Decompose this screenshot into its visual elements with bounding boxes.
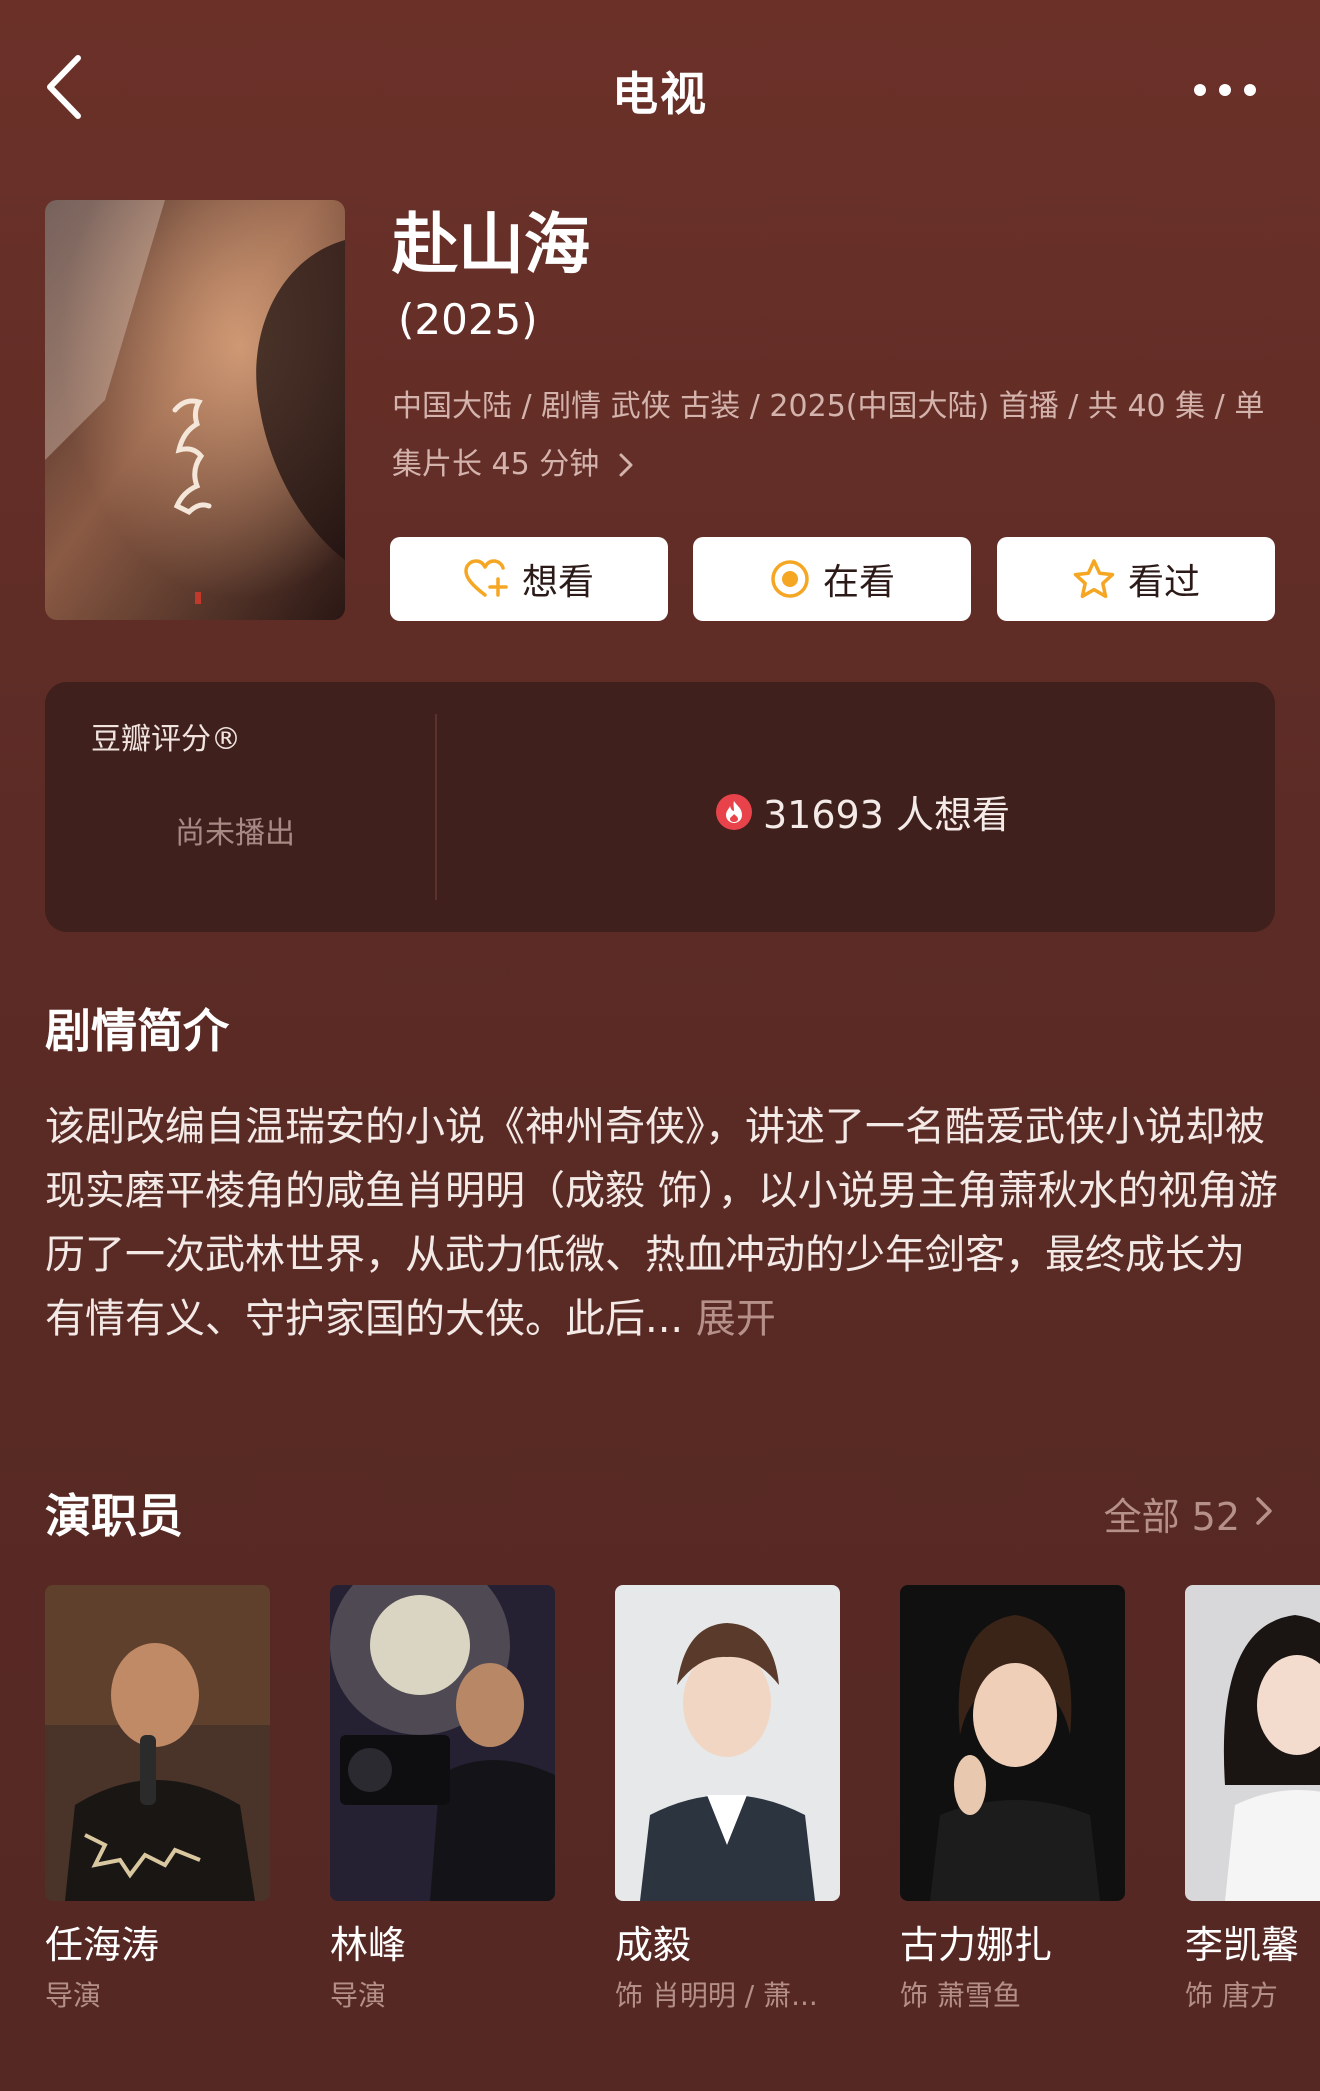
douban-rating-label: 豆瓣评分® — [91, 722, 241, 757]
star-icon — [1073, 559, 1115, 599]
cast-card[interactable]: 古力娜扎 饰 萧雪鱼 — [900, 1585, 1125, 2019]
cast-photo — [615, 1585, 840, 1901]
heart-plus-icon — [464, 559, 508, 597]
watched-label: 看过 — [1127, 562, 1200, 603]
want-to-watch-label: 想看 — [521, 562, 594, 603]
cast-name: 林峰 — [330, 1923, 407, 1967]
chevron-right-icon — [619, 453, 633, 477]
target-circle-icon — [771, 560, 809, 598]
watching-label: 在看 — [822, 562, 895, 603]
cast-photo — [900, 1585, 1125, 1901]
cast-photo — [1185, 1585, 1320, 1901]
action-buttons: 想看 在看 看过 — [390, 537, 1275, 621]
cast-card[interactable]: 任海涛 导演 — [45, 1585, 270, 2019]
cast-title: 演职员 — [45, 1489, 183, 1543]
synopsis: 该剧改编自温瑞安的小说《神州奇侠》，讲述了一名酷爱武侠小说却被现实磨平棱角的咸鱼… — [45, 1095, 1280, 1351]
page-title: 电视 — [612, 67, 708, 121]
top-bar: 电视 — [0, 0, 1320, 180]
all-cast-link[interactable]: 全部 52 — [1104, 1486, 1240, 1541]
synopsis-text: 该剧改编自温瑞安的小说《神州奇侠》，讲述了一名酷爱武侠小说却被现实磨平棱角的咸鱼… — [45, 1104, 1278, 1342]
cast-photo — [45, 1585, 270, 1901]
wish-count: 31693 人想看 — [715, 784, 1010, 839]
cast-name: 任海涛 — [45, 1923, 160, 1967]
cast-name: 成毅 — [615, 1923, 692, 1967]
rating-divider — [435, 714, 437, 900]
want-to-watch-button[interactable]: 想看 — [390, 537, 668, 621]
chevron-right-icon[interactable] — [1252, 1495, 1276, 1527]
show-title: 赴山海 — [392, 206, 590, 283]
rating-status: 尚未播出 — [175, 816, 295, 851]
more-options-icon[interactable] — [1192, 80, 1258, 100]
cast-role: 饰 唐方 — [1185, 1979, 1278, 2012]
cast-card[interactable]: 林峰 导演 — [330, 1585, 555, 2019]
cast-name: 李凯馨 — [1185, 1923, 1300, 1967]
cast-card[interactable]: 成毅 饰 肖明明 / 萧... — [615, 1585, 840, 2019]
cast-role: 饰 肖明明 / 萧... — [615, 1979, 818, 2012]
fire-icon — [716, 793, 752, 830]
cast-role: 饰 萧雪鱼 — [900, 1979, 1021, 2012]
show-year: (2025) — [398, 295, 538, 344]
expand-link[interactable]: 展开 — [696, 1296, 776, 1342]
synopsis-title: 剧情简介 — [45, 1004, 229, 1058]
cast-name: 古力娜扎 — [900, 1923, 1053, 1967]
rating-card: 豆瓣评分® 尚未播出 31693 人想看 — [45, 682, 1275, 932]
cast-role: 导演 — [45, 1979, 102, 2012]
cast-list: 任海涛 导演 林峰 导演 成毅 饰 肖明明 / 萧... 古力娜扎 饰 萧雪鱼 … — [45, 1585, 1320, 2045]
watching-button[interactable]: 在看 — [693, 537, 971, 621]
show-meta[interactable]: 中国大陆 / 剧情 武侠 古装 / 2025(中国大陆) 首播 / 共 40 集… — [392, 378, 1282, 494]
watched-button[interactable]: 看过 — [997, 537, 1275, 621]
cast-photo — [330, 1585, 555, 1901]
cast-card[interactable]: 李凯馨 饰 唐方 — [1185, 1585, 1320, 2019]
show-poster[interactable] — [45, 200, 345, 620]
wish-count-text: 31693 人想看 — [763, 793, 1010, 837]
show-meta-text: 中国大陆 / 剧情 武侠 古装 / 2025(中国大陆) 首播 / 共 40 集… — [392, 389, 1265, 482]
show-info: 赴山海 (2025) 中国大陆 / 剧情 武侠 古装 / 2025(中国大陆) … — [392, 200, 1282, 494]
cast-role: 导演 — [330, 1979, 387, 2012]
